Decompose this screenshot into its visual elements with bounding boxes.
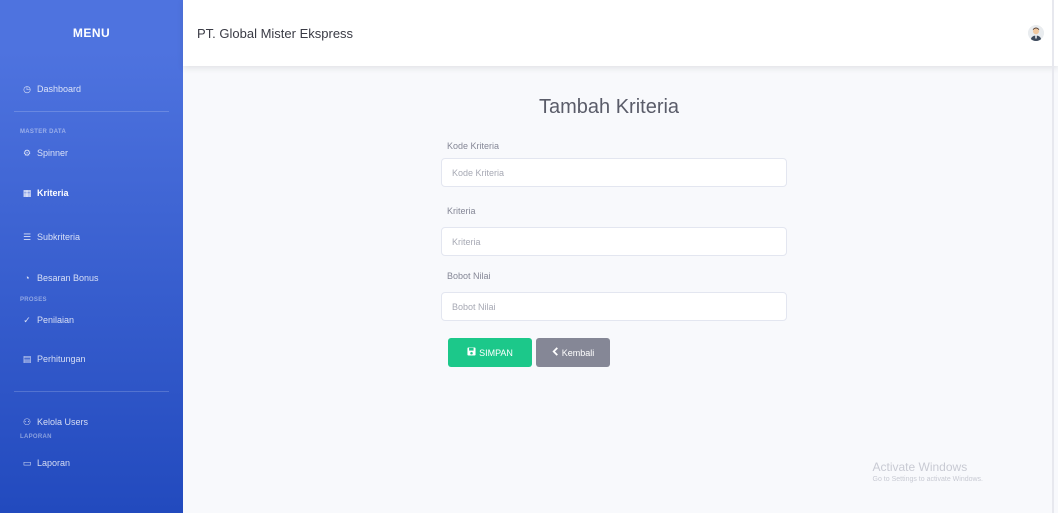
kriteria-label: Kriteria <box>447 206 476 216</box>
activate-windows-watermark: Activate Windows Go to Settings to activ… <box>873 460 984 483</box>
check-icon: ✓ <box>23 314 31 325</box>
sidebar-item-label: Kriteria <box>37 188 69 198</box>
kode-kriteria-label: Kode Kriteria <box>447 141 500 151</box>
sidebar-divider <box>14 111 169 112</box>
user-avatar-icon <box>1028 25 1044 41</box>
company-name: PT. Global Mister Ekspress <box>197 25 354 41</box>
sidebar-item-perhitungan[interactable]: ▤ Perhitungan <box>0 337 183 381</box>
sidebar-item-label: Perhitungan <box>37 354 86 364</box>
page-title: Tambah Kriteria <box>539 96 680 118</box>
watermark-title: Activate Windows <box>872 460 968 474</box>
save-button[interactable]: SIMPAN <box>448 338 532 367</box>
sidebar-item-kriteria[interactable]: ▦ Kriteria <box>0 171 183 215</box>
main-content: Tambah Kriteria Kode Kriteria Kriteria B… <box>183 66 1058 513</box>
spinner-icon: ⚙ <box>22 147 32 158</box>
sidebar-item-dashboard[interactable]: ◷ Dashboard <box>0 67 183 111</box>
sidebar-heading-laporan: LAPORAN <box>20 434 52 440</box>
save-button-label: SIMPAN <box>479 347 513 358</box>
scrollbar[interactable] <box>1052 0 1054 513</box>
floppy-disk-icon <box>467 347 476 358</box>
sidebar-item-label: Spinner <box>37 148 69 158</box>
watermark-subtitle: Go to Settings to activate Windows. <box>872 476 984 483</box>
users-icon: ⚇ <box>22 416 32 427</box>
bobot-nilai-label: Bobot Nilai <box>447 271 491 281</box>
sidebar-item-laporan[interactable]: ▭ Laporan <box>0 446 183 480</box>
topbar: PT. Global Mister Ekspress <box>183 0 1058 66</box>
bobot-nilai-input[interactable] <box>441 292 787 321</box>
sidebar-item-penilaian[interactable]: ✓ Penilaian <box>0 303 183 337</box>
chart-icon: ◔ <box>24 272 30 283</box>
report-icon: ▭ <box>22 457 32 468</box>
avatar[interactable] <box>1028 25 1044 41</box>
sidebar-item-label: Subkriteria <box>37 232 81 242</box>
sidebar: MENU ◷ Dashboard MASTER DATA ⚙ Spinner ▦… <box>0 0 183 513</box>
back-button[interactable]: Kembali <box>536 338 610 367</box>
back-button-label: Kembali <box>561 347 595 358</box>
sidebar-item-label: Laporan <box>37 458 71 468</box>
sidebar-item-spinner[interactable]: ⚙ Spinner <box>0 135 183 171</box>
sidebar-item-besaran-bonus[interactable]: ◔ Besaran Bonus <box>0 259 183 297</box>
kode-kriteria-input[interactable] <box>441 158 787 187</box>
sidebar-item-label: Kelola Users <box>37 417 89 427</box>
sidebar-divider <box>14 391 169 392</box>
chevron-left-icon <box>552 347 559 358</box>
list-icon: ☰ <box>22 231 32 242</box>
sidebar-item-subkriteria[interactable]: ☰ Subkriteria <box>0 215 183 259</box>
gauge-icon: ◷ <box>23 83 31 94</box>
sidebar-item-label: Dashboard <box>37 84 82 94</box>
sidebar-item-label: Besaran Bonus <box>37 273 99 283</box>
kriteria-input[interactable] <box>441 227 787 256</box>
calculator-icon: ▤ <box>22 353 32 364</box>
table-icon: ▦ <box>22 187 32 198</box>
sidebar-brand[interactable]: MENU <box>0 0 183 66</box>
sidebar-item-label: Penilaian <box>37 315 75 325</box>
